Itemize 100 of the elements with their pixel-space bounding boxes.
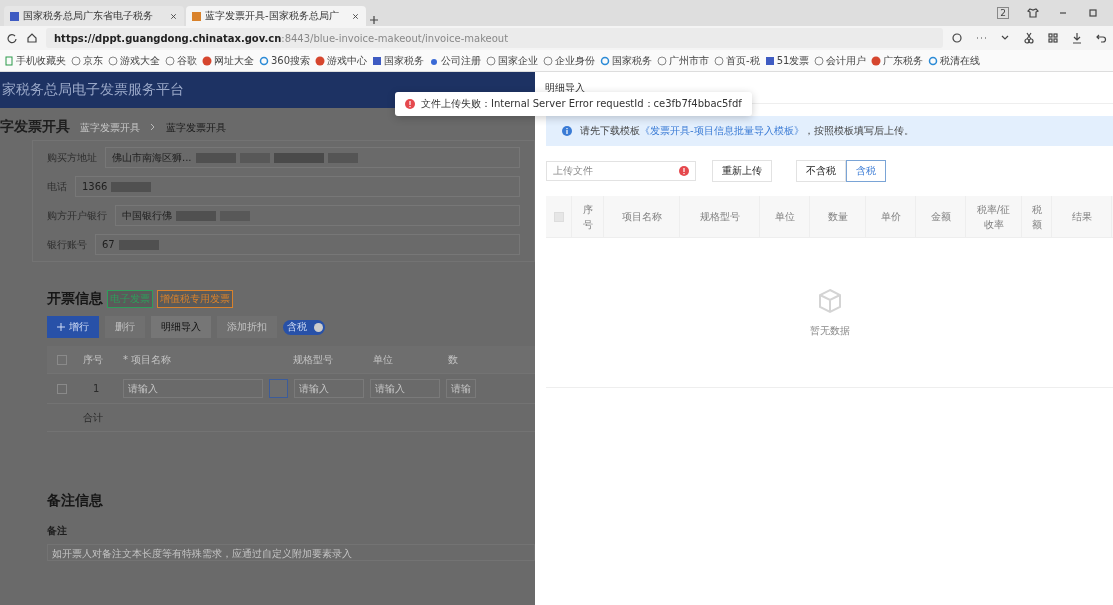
toolbar-button[interactable]: 增行 bbox=[47, 316, 99, 338]
address-bar[interactable]: https://dppt.guangdong.chinatax.gov.cn:8443/blue-invoice-makeout/invoice-makeout bbox=[46, 28, 943, 48]
globe-icon bbox=[714, 55, 725, 66]
browser-tab[interactable]: 国家税务总局广东省电子税务 bbox=[4, 6, 184, 26]
column-header: 数 bbox=[448, 352, 459, 367]
globe-icon bbox=[486, 55, 497, 66]
page-title: 字发票开具 bbox=[0, 118, 70, 136]
bookmark[interactable]: 广州市市 bbox=[657, 53, 710, 68]
bookmark[interactable]: 公司注册 bbox=[429, 53, 482, 68]
toast-message: 文件上传失败：Internal Server Error requestId：ce3fb7f4bbac5fdf bbox=[421, 97, 742, 111]
tax-mode-option[interactable]: 含税 bbox=[846, 160, 886, 182]
globe-icon bbox=[108, 55, 118, 66]
notice-text: 请先下载模板《发票开具-项目信息批量导入模板》，按照模板填写后上传。 bbox=[580, 124, 914, 138]
tab-title: 蓝字发票开具-国家税务总局广 bbox=[205, 9, 340, 23]
globe-icon bbox=[814, 55, 825, 66]
column-header: 项目名称 bbox=[604, 196, 680, 237]
column-header: * 项目名称 bbox=[123, 352, 173, 367]
bookmark[interactable]: 谷歌 bbox=[165, 53, 197, 68]
globe-icon bbox=[71, 55, 81, 66]
bookmark[interactable]: 企业身份 bbox=[543, 53, 596, 68]
search-icon bbox=[600, 55, 611, 66]
bookmark[interactable]: 手机收藏夹 bbox=[4, 53, 66, 68]
download-icon[interactable] bbox=[1071, 32, 1083, 44]
bookmark[interactable]: 首页-税 bbox=[714, 53, 760, 68]
column-header: 规格型号 bbox=[293, 352, 334, 367]
invoice-tag: 电子发票 bbox=[107, 290, 153, 308]
tax-mode-option[interactable]: 不含税 bbox=[796, 160, 846, 182]
bookmark[interactable]: 网址大全 bbox=[202, 53, 254, 68]
tab-favicon-icon bbox=[10, 11, 19, 21]
tab-title: 国家税务总局广东省电子税务 bbox=[23, 9, 154, 23]
table-cell-text: 1 bbox=[92, 383, 101, 394]
column-header: 单价 bbox=[866, 196, 916, 237]
checkbox[interactable] bbox=[57, 354, 67, 365]
url-text: https://dppt.guangdong.chinatax.gov.cn:8443/blue-invoice-makeout/invoice-makeout bbox=[54, 32, 509, 44]
circle-logo-icon bbox=[315, 55, 326, 66]
section-title: 开票信息 bbox=[47, 290, 103, 308]
bookmark[interactable]: 国家企业 bbox=[486, 53, 539, 68]
browser-tab[interactable]: 蓝字发票开具-国家税务总局广 bbox=[186, 6, 366, 26]
redaction-block bbox=[176, 210, 216, 221]
bookmark[interactable]: 游戏大全 bbox=[108, 53, 160, 68]
column-header: 数量 bbox=[810, 196, 866, 237]
shirt-icon[interactable] bbox=[1027, 7, 1039, 19]
invoice-tag: 增值税专用发票 bbox=[157, 290, 233, 308]
square-logo-icon bbox=[372, 55, 383, 66]
circle-logo-icon bbox=[871, 55, 882, 66]
plus-icon bbox=[57, 323, 65, 331]
square-logo-icon bbox=[764, 55, 775, 66]
reload-icon[interactable] bbox=[6, 32, 18, 44]
column-header: 单位 bbox=[373, 352, 394, 367]
error-icon bbox=[679, 166, 689, 176]
checkbox[interactable] bbox=[57, 383, 67, 394]
close-icon[interactable] bbox=[351, 11, 360, 21]
column-header: 单位 bbox=[760, 196, 810, 237]
restore-icon[interactable] bbox=[1087, 7, 1099, 19]
globe-icon bbox=[165, 55, 175, 66]
redaction-block bbox=[273, 152, 324, 163]
globe-icon bbox=[657, 55, 668, 66]
bookmark[interactable]: 国家税务 bbox=[372, 53, 425, 68]
column-header: 税率/征收率 bbox=[966, 196, 1022, 237]
redaction-block bbox=[111, 181, 152, 192]
bookmark[interactable]: 国家税务 bbox=[600, 53, 653, 68]
tax-switch[interactable]: 含税 bbox=[283, 319, 325, 335]
column-header: 规格型号 bbox=[680, 196, 760, 237]
bookmark[interactable]: 税清在线 bbox=[928, 53, 981, 68]
search-icon bbox=[928, 55, 939, 66]
phone-icon bbox=[4, 55, 14, 66]
section-title: 备注信息 bbox=[47, 492, 104, 510]
bookmark[interactable]: 会计用户 bbox=[814, 53, 867, 68]
info-icon bbox=[562, 126, 572, 136]
bookmark[interactable]: 51发票 bbox=[764, 53, 810, 68]
bookmark[interactable]: 360搜索 bbox=[259, 53, 311, 68]
chevron-right-icon bbox=[150, 123, 156, 131]
redaction-block bbox=[118, 239, 159, 250]
scissors-icon[interactable] bbox=[1023, 32, 1035, 44]
bookmark[interactable]: 京东 bbox=[71, 53, 103, 68]
bookmark[interactable]: 游戏中心 bbox=[315, 53, 368, 68]
grid-icon[interactable] bbox=[1047, 32, 1059, 44]
tab-count[interactable]: 2 bbox=[997, 7, 1009, 19]
tab-favicon-icon bbox=[192, 11, 201, 21]
platform-title: 家税务总局电子发票服务平台 bbox=[2, 81, 184, 99]
column-header: 税额 bbox=[1022, 196, 1052, 237]
field-label: 备注 bbox=[47, 524, 68, 538]
undo-icon[interactable] bbox=[1095, 32, 1107, 44]
template-link[interactable]: 《发票开具-项目信息批量导入模板》 bbox=[640, 125, 804, 136]
close-icon[interactable] bbox=[169, 11, 178, 21]
empty-box-icon bbox=[816, 287, 843, 314]
drawer-title: 明细导入 bbox=[545, 80, 585, 95]
empty-text: 暂无数据 bbox=[809, 323, 850, 338]
column-header: 序号 bbox=[83, 352, 104, 367]
new-tab-icon[interactable] bbox=[368, 14, 380, 26]
error-icon bbox=[405, 99, 415, 109]
upload-field[interactable]: 上传文件 bbox=[546, 161, 696, 181]
search-icon bbox=[259, 55, 269, 66]
column-header: 序号 bbox=[572, 196, 604, 237]
reupload-button[interactable]: 重新上传 bbox=[712, 160, 772, 182]
toolbar-button[interactable]: 明细导入 bbox=[151, 316, 211, 338]
home-icon[interactable] bbox=[26, 32, 38, 44]
bookmark[interactable]: 广东税务 bbox=[871, 53, 924, 68]
circle-logo-icon bbox=[202, 55, 212, 66]
globe-icon bbox=[543, 55, 554, 66]
